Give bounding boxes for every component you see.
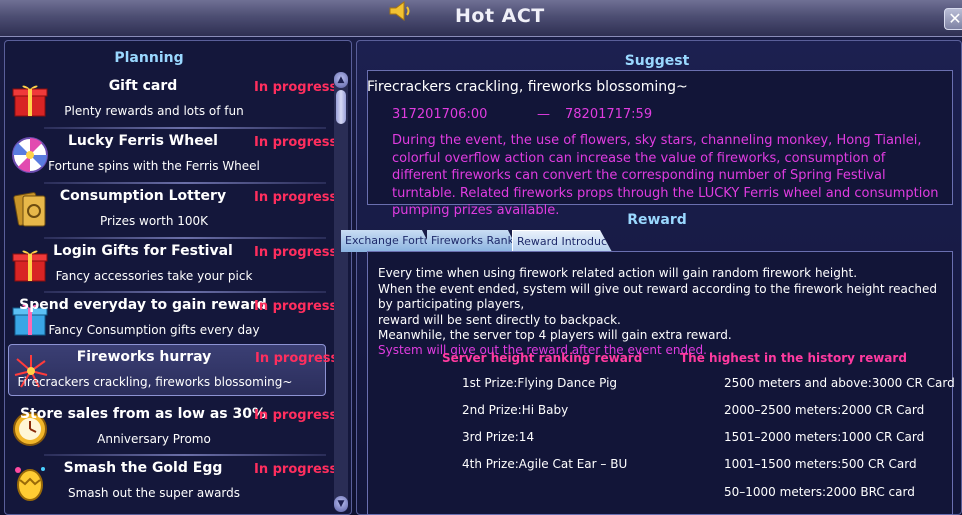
date-separator: — bbox=[537, 107, 550, 122]
event-name: Smash the Gold Egg bbox=[63, 460, 223, 476]
event-desc: Firecrackers crackling, fireworks blosso… bbox=[17, 375, 293, 389]
title-bar: Hot ACT ✕ bbox=[0, 0, 962, 37]
status-badge: In progress bbox=[254, 190, 338, 205]
event-desc: Anniversary Promo bbox=[97, 432, 211, 446]
reward-desc-line: Meanwhile, the server top 4 players will… bbox=[378, 328, 732, 342]
event-item-spend-everyday[interactable]: Spend everyday to gain reward Fancy Cons… bbox=[8, 293, 337, 345]
event-name: Consumption Lottery bbox=[59, 188, 227, 204]
event-name: Store sales from as low as 30% bbox=[19, 406, 267, 422]
event-item-consumption-lottery[interactable]: Consumption Lottery Prizes worth 100K In… bbox=[8, 184, 337, 236]
reward-header: Reward bbox=[627, 212, 687, 228]
suggest-description: During the event, the use of flowers, sk… bbox=[392, 133, 939, 218]
speaker-icon bbox=[389, 1, 410, 21]
status-badge: In progress bbox=[254, 462, 338, 477]
reward-description: Every time when using firework related a… bbox=[378, 266, 944, 344]
reward-desc-line: Every time when using firework related a… bbox=[378, 266, 858, 280]
event-desc: Plenty rewards and lots of fun bbox=[64, 104, 244, 118]
server-prize-item: 3rd Prize:14 bbox=[462, 430, 535, 444]
history-prize-item: 2000–2500 meters:2000 CR Card bbox=[724, 403, 925, 417]
event-desc: Prizes worth 100K bbox=[99, 214, 209, 228]
status-badge: In progress bbox=[254, 80, 338, 95]
event-item-lucky-ferris-wheel[interactable]: Lucky Ferris Wheel Fortune spins with th… bbox=[8, 129, 337, 181]
tab-fireworks-ranking[interactable]: Fireworks Ranking bbox=[427, 230, 519, 252]
suggest-headline: Firecrackers crackling, fireworks blosso… bbox=[367, 79, 688, 95]
event-name: Login Gifts for Festival bbox=[53, 243, 233, 259]
scroll-thumb[interactable] bbox=[336, 90, 346, 124]
close-button[interactable]: ✕ bbox=[944, 8, 962, 30]
event-name: Lucky Ferris Wheel bbox=[67, 133, 218, 149]
server-prize-item: 2nd Prize:Hi Baby bbox=[462, 403, 569, 417]
window-title: Hot ACT bbox=[455, 5, 545, 27]
reward-desc-line: When the event ended, system will give o… bbox=[378, 281, 938, 312]
reward-desc-line: reward will be sent directly to backpack… bbox=[378, 312, 621, 327]
event-start-date: 317201706:00 bbox=[392, 107, 488, 122]
planning-header: Planning bbox=[114, 50, 184, 66]
status-badge: In progress bbox=[254, 299, 338, 314]
event-item-fireworks-hurray[interactable]: Fireworks hurray Firecrackers crackling,… bbox=[8, 344, 338, 396]
event-list-scrollbar[interactable]: ▲ ▼ bbox=[334, 72, 348, 512]
server-ranking-heading: Server height ranking reward bbox=[442, 351, 643, 365]
history-reward-heading: The highest in the history reward bbox=[680, 351, 907, 365]
status-badge: In progress bbox=[255, 351, 339, 366]
event-desc: Smash out the super awards bbox=[67, 486, 241, 500]
hot-act-window: Hot ACT ✕ Planning Gift card Plenty rewa… bbox=[0, 0, 962, 515]
history-prize-item: 50–1000 meters:2000 BRC card bbox=[724, 485, 915, 499]
event-desc: Fortune spins with the Ferris Wheel bbox=[48, 159, 260, 173]
tab-exchange-fortune[interactable]: Exchange Fortune bbox=[341, 230, 433, 252]
event-name: Gift card bbox=[108, 78, 178, 94]
status-badge: In progress bbox=[254, 245, 338, 260]
server-prize-item: 4th Prize:Agile Cat Ear – BU bbox=[462, 457, 628, 471]
tab-reward-introduction[interactable]: Reward Introduction bbox=[512, 230, 612, 252]
event-end-date: 78201717:59 bbox=[565, 107, 653, 122]
event-item-login-gifts[interactable]: Login Gifts for Festival Fancy accessori… bbox=[8, 239, 337, 291]
scroll-up-button[interactable]: ▲ bbox=[334, 72, 348, 88]
history-prize-item: 1501–2000 meters:1000 CR Card bbox=[724, 430, 925, 444]
event-desc: Fancy accessories take your pick bbox=[55, 269, 253, 283]
suggest-header: Suggest bbox=[624, 53, 690, 69]
event-name: Fireworks hurray bbox=[76, 349, 212, 365]
event-item-store-sales[interactable]: Store sales from as low as 30% Anniversa… bbox=[8, 402, 337, 454]
scroll-down-button[interactable]: ▼ bbox=[334, 496, 348, 512]
server-prize-item: 1st Prize:Flying Dance Pig bbox=[462, 376, 618, 390]
event-name: Spend everyday to gain reward bbox=[19, 297, 267, 313]
history-prize-item: 2500 meters and above:3000 CR Card bbox=[724, 376, 955, 390]
event-item-smash-gold-egg[interactable]: Smash the Gold Egg Smash out the super a… bbox=[8, 456, 337, 508]
status-badge: In progress bbox=[254, 408, 338, 423]
event-desc: Fancy Consumption gifts every day bbox=[48, 323, 260, 337]
status-badge: In progress bbox=[254, 135, 338, 150]
event-item-gift-card[interactable]: Gift card Plenty rewards and lots of fun… bbox=[8, 74, 337, 126]
history-prize-item: 1001–1500 meters:500 CR Card bbox=[724, 457, 917, 471]
